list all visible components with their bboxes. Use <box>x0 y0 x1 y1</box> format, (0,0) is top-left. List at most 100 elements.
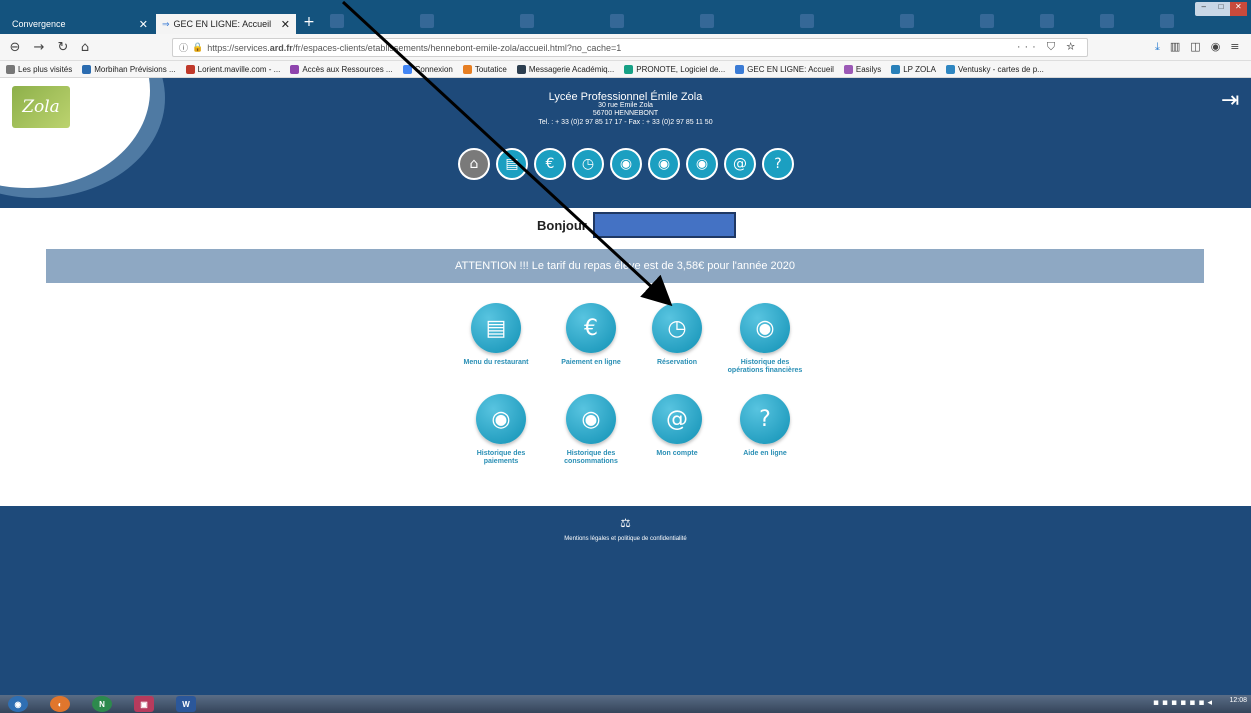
bookmark-item[interactable]: Morbihan Prévisions ... <box>82 64 176 74</box>
start-button[interactable]: ◉ <box>8 696 28 712</box>
bookmark-item[interactable]: Les plus visités <box>6 64 72 74</box>
bookmark-icon <box>843 64 853 74</box>
nav-payments-history-button[interactable]: ◉ <box>648 148 680 180</box>
window-thumbnail-icon <box>900 14 914 28</box>
tab-gec-accueil[interactable]: ⇒ GEC EN LIGNE: Accueil ✕ <box>156 14 296 34</box>
school-address-line2: 56700 HENNEBONT <box>592 110 659 117</box>
new-tab-button[interactable]: + <box>300 14 318 34</box>
tile-help[interactable]: ? Aide en ligne <box>725 394 805 458</box>
page-content: Zola Lycée Professionnel Émile Zola 30 r… <box>0 78 1251 695</box>
notes-app-icon[interactable]: N <box>92 696 112 712</box>
tile-account[interactable]: @ Mon compte <box>637 394 717 458</box>
bookmarks-bar: Les plus visités Morbihan Prévisions ...… <box>0 61 1251 78</box>
browser-tab-bar: Convergence ✕ ⇒ GEC EN LIGNE: Accueil ✕ … <box>0 0 1251 34</box>
tile-menu[interactable]: ▤ Menu du restaurant <box>456 303 536 367</box>
tile-payment[interactable]: € Paiement en ligne <box>551 303 631 367</box>
sidebar-icon[interactable]: ◫ <box>1190 40 1210 53</box>
bookmark-item[interactable]: Connexion <box>402 64 453 74</box>
bookmark-icon <box>185 64 195 74</box>
window-thumbnail-icon <box>800 14 814 28</box>
bookmark-item[interactable]: GEC EN LIGNE: Accueil <box>735 64 834 74</box>
lock-icon: 🔒 <box>192 42 204 52</box>
account-icon: @ <box>652 394 702 444</box>
close-icon[interactable]: ✕ <box>139 18 148 31</box>
close-icon[interactable]: ✕ <box>281 18 290 31</box>
tile-payments-history[interactable]: ◉ Historique des paiements <box>461 394 541 466</box>
window-thumbnail-icon <box>1160 14 1174 28</box>
site-header: Zola Lycée Professionnel Émile Zola 30 r… <box>0 78 1251 208</box>
bookmark-item[interactable]: Accès aux Ressources ... <box>290 64 393 74</box>
firefox-icon[interactable]: ◐ <box>50 696 70 712</box>
tile-financial-history[interactable]: ◉ Historique des opérations financières <box>725 303 805 375</box>
nav-financial-history-button[interactable]: ◉ <box>610 148 642 180</box>
logout-icon[interactable]: ⇥ <box>1221 88 1241 114</box>
tray-icon[interactable]: ▪ <box>1162 698 1171 708</box>
url-bar[interactable]: ⓘ 🔒 https://services.ard.fr/fr/espaces-c… <box>172 38 1088 57</box>
school-address-line1: 30 rue Emile Zola <box>598 102 653 109</box>
page-actions-icon[interactable]: ··· ⛉ ☆ <box>1017 41 1079 54</box>
toolbar-buttons: ⤓▥◫◉≡ <box>1155 40 1250 54</box>
os-taskbar: ◉ ◐ N ▣ W ▪▪▪▪▪▪◂ 12:08 <box>0 695 1251 713</box>
greeting-text: Bonjour <box>537 218 587 233</box>
tile-label: Menu du restaurant <box>463 359 529 366</box>
browser-nav-bar: ⊖ → ↻ ⌂ ⓘ 🔒 https://services.ard.fr/fr/e… <box>0 34 1251 61</box>
tab-label: Convergence <box>12 19 66 29</box>
close-window-button[interactable]: ✕ <box>1229 2 1247 16</box>
forward-icon[interactable]: → <box>30 39 48 57</box>
site-footer: ⚖ Mentions légales et politique de confi… <box>0 506 1251 695</box>
window-thumbnail-icon <box>1100 14 1114 28</box>
menu-icon[interactable]: ≡ <box>1230 40 1249 53</box>
tray-icon[interactable]: ▪ <box>1180 698 1189 708</box>
tab-convergence[interactable]: Convergence ✕ <box>6 14 154 34</box>
bookmark-item[interactable]: PRONOTE, Logiciel de... <box>624 64 725 74</box>
tray-icon[interactable]: ▪ <box>1189 698 1198 708</box>
help-icon: ? <box>740 394 790 444</box>
word-icon[interactable]: W <box>176 696 196 712</box>
window-controls: – □ ✕ <box>1195 2 1247 16</box>
clock[interactable]: 12:08 <box>1229 697 1247 704</box>
bookmark-item[interactable]: Ventusky - cartes de p... <box>945 64 1044 74</box>
account-icon[interactable]: ◉ <box>1211 40 1231 53</box>
tray-icon[interactable]: ▪ <box>1171 698 1180 708</box>
app-icon[interactable]: ▣ <box>134 696 154 712</box>
tray-icon[interactable]: ▪ <box>1153 698 1162 708</box>
legal-link[interactable]: Mentions légales et politique de confide… <box>0 536 1251 542</box>
nav-reservation-button[interactable]: ◷ <box>572 148 604 180</box>
reload-icon[interactable]: ↻ <box>54 39 72 57</box>
nav-menu-button[interactable]: ▤ <box>496 148 528 180</box>
reservation-icon: ◷ <box>652 303 702 353</box>
bookmark-icon <box>624 64 634 74</box>
nav-help-button[interactable]: ? <box>762 148 794 180</box>
globe-icon <box>516 64 526 74</box>
system-tray: ▪▪▪▪▪▪◂ <box>1153 698 1215 708</box>
euro-icon: € <box>566 303 616 353</box>
maximize-button[interactable]: □ <box>1212 2 1229 16</box>
eye-payments-icon: ◉ <box>476 394 526 444</box>
library-icon[interactable]: ▥ <box>1170 40 1190 53</box>
nav-consumption-history-button[interactable]: ◉ <box>686 148 718 180</box>
bookmark-item[interactable]: Toutatice <box>462 64 507 74</box>
bookmark-item[interactable]: LP ZOLA <box>891 64 936 74</box>
back-icon[interactable]: ⊖ <box>6 39 24 57</box>
scales-icon: ⚖ <box>620 516 631 530</box>
tile-label: Aide en ligne <box>743 450 787 457</box>
tab-label: GEC EN LIGNE: Accueil <box>173 19 272 29</box>
bookmark-item[interactable]: Messagerie Académiq... <box>516 64 614 74</box>
tile-reservation[interactable]: ◷ Réservation <box>637 303 717 367</box>
nav-payment-button[interactable]: € <box>534 148 566 180</box>
minimize-button[interactable]: – <box>1195 2 1212 16</box>
tile-consumption-history[interactable]: ◉ Historique des consommations <box>551 394 631 466</box>
nav-account-button[interactable]: @ <box>724 148 756 180</box>
window-thumbnail-icon <box>330 14 344 28</box>
download-icon[interactable]: ⤓ <box>1155 40 1170 53</box>
home-icon[interactable]: ⌂ <box>76 39 94 57</box>
volume-icon[interactable]: ◂ <box>1207 698 1215 708</box>
nav-home-button[interactable]: ⌂ <box>458 148 490 180</box>
info-icon[interactable]: ⓘ <box>179 41 188 54</box>
tile-label: Mon compte <box>656 450 698 457</box>
window-thumbnail-icon <box>700 14 714 28</box>
redacted-username <box>593 212 736 238</box>
window-thumbnail-icon <box>520 14 534 28</box>
bookmark-item[interactable]: Easilys <box>843 64 881 74</box>
bookmark-item[interactable]: Lorient.maville.com - ... <box>185 64 280 74</box>
